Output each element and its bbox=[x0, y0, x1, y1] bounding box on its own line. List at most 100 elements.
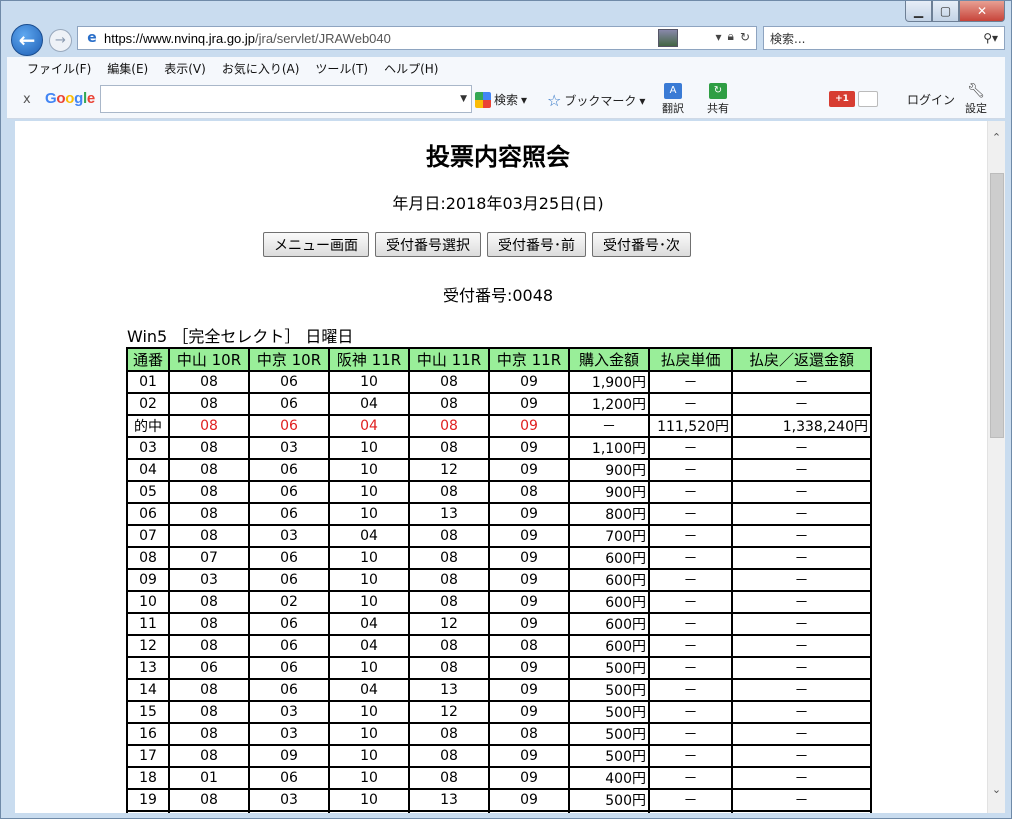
table-row: 13 06 06 10 08 09 500円－－ bbox=[126, 656, 872, 680]
wrench-icon: 🔧︎ bbox=[967, 83, 985, 99]
dropdown-arrow-icon[interactable]: ▾ bbox=[716, 30, 722, 44]
race-selection-cell: 13 bbox=[408, 678, 490, 702]
gplus-button[interactable]: +1 bbox=[829, 91, 855, 107]
receipt-prev-button[interactable]: 受付番号･前 bbox=[487, 232, 586, 257]
address-bar[interactable]: e https://www.nvinq.jra.go.jp/jra/servle… bbox=[77, 26, 757, 50]
serial-cell: 04 bbox=[126, 458, 170, 482]
google-search-input[interactable]: ▼ bbox=[100, 85, 472, 113]
page-thumbnail-icon[interactable] bbox=[658, 29, 678, 47]
search-icon[interactable]: ⚲▾ bbox=[983, 31, 998, 45]
lock-icon[interactable]: 🔒︎ bbox=[728, 29, 734, 44]
scroll-up-icon[interactable]: ⌃ bbox=[988, 129, 1005, 147]
race-selection-cell: 10 bbox=[328, 568, 410, 592]
serial-cell: 05 bbox=[126, 480, 170, 504]
payout-unit-cell: － bbox=[648, 458, 733, 482]
race-selection-cell: 08 bbox=[168, 458, 250, 482]
payout-total-cell: － bbox=[731, 744, 872, 768]
maximize-button[interactable]: ▢ bbox=[932, 1, 959, 22]
race-selection-cell: 09 bbox=[488, 788, 570, 812]
gplus-count bbox=[858, 91, 878, 107]
back-button[interactable]: ← bbox=[11, 24, 43, 56]
race-selection-cell: 09 bbox=[488, 414, 570, 438]
race-selection-cell: 08 bbox=[168, 612, 250, 636]
payout-unit-cell: － bbox=[648, 766, 733, 790]
serial-cell: 03 bbox=[126, 436, 170, 460]
table-row: 14 08 06 04 13 09 500円－－ bbox=[126, 678, 872, 702]
race-selection-cell: 06 bbox=[248, 766, 330, 790]
payout-total-cell: － bbox=[731, 524, 872, 548]
table-row: 09 03 06 10 08 09 600円－－ bbox=[126, 568, 872, 592]
purchase-amount-cell: 900円 bbox=[568, 480, 650, 504]
race-selection-cell: 04 bbox=[328, 810, 410, 813]
purchase-amount-cell: 900円 bbox=[568, 458, 650, 482]
browser-search-box[interactable]: 検索... ⚲▾ bbox=[763, 26, 1005, 50]
payout-total-cell: － bbox=[731, 634, 872, 658]
table-row: 17 08 09 10 08 09 500円－－ bbox=[126, 744, 872, 768]
google-toolbar: x Google ▼ 検索 ▾ ☆ ブックマーク ▾ A 翻訳 ↻ 共有 +1 ログ… bbox=[7, 79, 1005, 119]
race-selection-cell: 08 bbox=[168, 678, 250, 702]
browser-window: ▁ ▢ ✕ ← → e https://www.nvinq.jra.go.jp/… bbox=[0, 0, 1012, 819]
close-window-button[interactable]: ✕ bbox=[959, 1, 1005, 22]
menu-view[interactable]: 表示(V) bbox=[164, 60, 206, 77]
race-selection-cell: 10 bbox=[328, 590, 410, 614]
bets-table: 通番 中山 10R 中京 10R 阪神 11R 中山 11R 中京 11R 購入… bbox=[126, 347, 872, 813]
purchase-amount-cell: 600円 bbox=[568, 546, 650, 570]
race-selection-cell: 09 bbox=[248, 744, 330, 768]
col-header: 中京 11R bbox=[488, 347, 570, 372]
race-selection-cell: 03 bbox=[248, 524, 330, 548]
payout-total-cell: － bbox=[731, 370, 872, 394]
col-header: 払戻単価 bbox=[648, 347, 733, 372]
serial-cell: 06 bbox=[126, 502, 170, 526]
race-selection-cell: 08 bbox=[408, 722, 490, 746]
close-toolbar-icon[interactable]: x bbox=[23, 92, 31, 107]
table-row: 10 08 02 10 08 09 600円－－ bbox=[126, 590, 872, 614]
race-selection-cell: 08 bbox=[168, 744, 250, 768]
race-selection-cell: 06 bbox=[248, 480, 330, 504]
menu-edit[interactable]: 編集(E) bbox=[107, 60, 148, 77]
table-row: 15 08 03 10 12 09 500円－－ bbox=[126, 700, 872, 724]
forward-button[interactable]: → bbox=[49, 29, 72, 52]
share-button[interactable]: ↻ 共有 bbox=[707, 83, 729, 116]
login-link[interactable]: ログイン bbox=[907, 91, 955, 108]
arrow-left-icon: ← bbox=[18, 28, 36, 52]
race-selection-cell: 08 bbox=[408, 656, 490, 680]
google-search-icon bbox=[475, 91, 491, 108]
race-selection-cell: 12 bbox=[408, 458, 490, 482]
race-selection-cell: 09 bbox=[488, 546, 570, 570]
menu-bar: ファイル(F) 編集(E) 表示(V) お気に入り(A) ツール(T) ヘルプ(… bbox=[7, 57, 1005, 79]
purchase-amount-cell: 400円 bbox=[568, 810, 650, 813]
menu-tools[interactable]: ツール(T) bbox=[315, 60, 368, 77]
minimize-button[interactable]: ▁ bbox=[905, 1, 932, 22]
google-search-button[interactable]: 検索 ▾ bbox=[475, 91, 527, 108]
menu-favorites[interactable]: お気に入り(A) bbox=[222, 60, 300, 77]
vertical-scrollbar[interactable]: ⌃ ⌄ bbox=[987, 121, 1005, 813]
table-row: 12 08 06 04 08 08 600円－－ bbox=[126, 634, 872, 658]
table-row: 03 08 03 10 08 09 1,100円－－ bbox=[126, 436, 872, 460]
purchase-amount-cell: 500円 bbox=[568, 744, 650, 768]
serial-cell: 09 bbox=[126, 568, 170, 592]
payout-unit-cell: － bbox=[648, 546, 733, 570]
purchase-amount-cell: 1,100円 bbox=[568, 436, 650, 460]
settings-button[interactable]: 🔧︎ 設定 bbox=[965, 83, 987, 116]
scroll-down-icon[interactable]: ⌄ bbox=[988, 781, 1005, 799]
race-selection-cell: 10 bbox=[328, 502, 410, 526]
address-row: ← → e https://www.nvinq.jra.go.jp/jra/se… bbox=[7, 21, 1005, 57]
serial-cell: 的中 bbox=[126, 414, 170, 438]
race-selection-cell: 08 bbox=[488, 722, 570, 746]
page-title: 投票内容照会 bbox=[426, 143, 570, 171]
menu-file[interactable]: ファイル(F) bbox=[27, 60, 91, 77]
race-selection-cell: 06 bbox=[248, 568, 330, 592]
dropdown-arrow-icon[interactable]: ▼ bbox=[460, 94, 467, 104]
menu-screen-button[interactable]: メニュー画面 bbox=[263, 232, 369, 257]
serial-cell: 10 bbox=[126, 590, 170, 614]
scroll-thumb[interactable] bbox=[990, 173, 1004, 438]
payout-total-cell: － bbox=[731, 700, 872, 724]
race-selection-cell: 10 bbox=[328, 370, 410, 394]
race-selection-cell: 09 bbox=[488, 744, 570, 768]
translate-button[interactable]: A 翻訳 bbox=[662, 83, 684, 116]
bookmark-button[interactable]: ☆ ブックマーク ▾ bbox=[547, 91, 645, 110]
receipt-next-button[interactable]: 受付番号･次 bbox=[592, 232, 691, 257]
refresh-icon[interactable]: ↻ bbox=[740, 30, 750, 44]
menu-help[interactable]: ヘルプ(H) bbox=[384, 60, 438, 77]
receipt-select-button[interactable]: 受付番号選択 bbox=[375, 232, 481, 257]
